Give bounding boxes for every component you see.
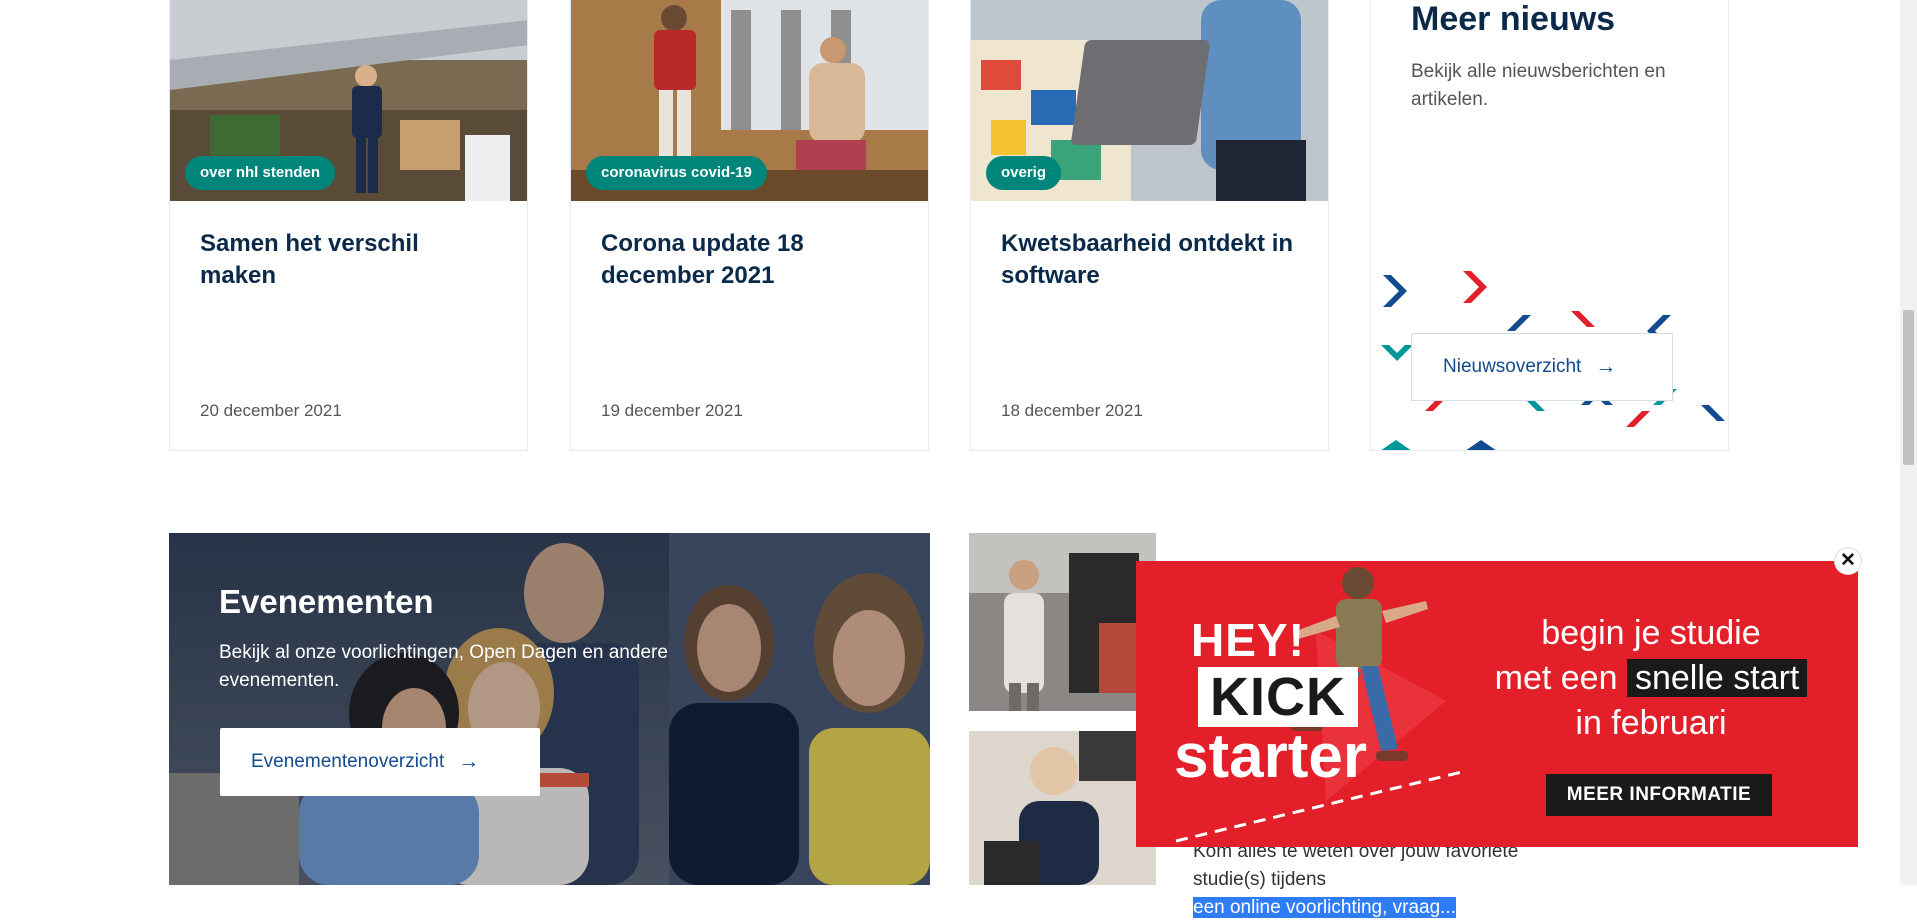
news-card-2[interactable]: coronavirus covid-19 Corona update 18 de… <box>570 0 929 451</box>
news-card-3-title[interactable]: Kwetsbaarheid ontdekt in software <box>1001 228 1301 292</box>
news-card-1-date: 20 december 2021 <box>200 401 342 420</box>
kick-starter-text: starter <box>1174 722 1367 791</box>
more-news-title: Meer nieuws <box>1411 0 1616 38</box>
news-card-3-date: 18 december 2021 <box>1001 401 1143 420</box>
arrow-right-icon: → <box>458 750 480 773</box>
news-card-2-tag[interactable]: coronavirus covid-19 <box>586 156 767 190</box>
news-card-3[interactable]: overig Kwetsbaarheid ontdekt in software… <box>970 0 1329 451</box>
news-card-1-tag[interactable]: over nhl stenden <box>185 156 336 190</box>
kickstarter-popup-banner[interactable]: HEY! KICK starter begin je studie met ee… <box>1136 561 1858 847</box>
kick-headline-line-2: met een snelle start <box>1481 656 1821 701</box>
kick-headline-line-1: begin je studie <box>1541 614 1761 652</box>
news-card-2-image: coronavirus covid-19 <box>571 0 928 201</box>
kick-headline: begin je studie met een snelle start in … <box>1481 611 1821 746</box>
events-description: Bekijk al onze voorlichtingen, Open Dage… <box>219 642 668 691</box>
news-card-3-image: overig <box>971 0 1328 201</box>
kick-headline-line-3: in februari <box>1575 704 1727 742</box>
events-overview-button[interactable]: Evenementenoverzicht → <box>220 728 540 796</box>
kick-kick-text: KICK <box>1198 667 1358 727</box>
events-overview-label: Evenementenoverzicht <box>251 751 445 772</box>
close-icon[interactable]: ✕ <box>1835 548 1861 574</box>
news-card-2-title[interactable]: Corona update 18 december 2021 <box>601 228 901 292</box>
news-card-1-image: over nhl stenden <box>170 0 527 201</box>
events-block: Evenementen Bekijk al onze voorlichtinge… <box>169 533 930 885</box>
news-overview-button[interactable]: Nieuwsoverzicht → <box>1411 333 1673 401</box>
arrow-right-icon: → <box>1595 355 1617 378</box>
kick-more-info-button[interactable]: MEER INFORMATIE <box>1546 774 1772 816</box>
more-news-description: Bekijk alle nieuwsberichten en artikelen… <box>1411 61 1666 110</box>
news-overview-label: Nieuwsoverzicht <box>1443 356 1582 377</box>
events-lower-text: Kom alles te weten over jouw favoriete s… <box>1193 838 1553 922</box>
event-thumbnail-1[interactable] <box>969 533 1156 711</box>
event-thumbnail-2[interactable] <box>969 731 1156 885</box>
kick-headline-line-2-prefix: met een <box>1494 659 1618 697</box>
kick-headline-highlight: snelle start <box>1626 659 1808 697</box>
events-title: Evenementen <box>219 583 434 620</box>
news-card-2-date: 19 december 2021 <box>601 401 743 420</box>
kick-hey-text: HEY! <box>1191 614 1305 666</box>
more-news-card: Meer nieuws Bekijk alle nieuwsberichten … <box>1370 0 1729 451</box>
news-card-3-tag[interactable]: overig <box>986 156 1062 190</box>
news-card-1-title[interactable]: Samen het verschil maken <box>200 228 500 292</box>
events-lower-line-2-selected[interactable]: een online voorlichting, vraag... <box>1193 897 1456 918</box>
page-scrollbar-thumb[interactable] <box>1903 310 1914 465</box>
news-card-1[interactable]: over nhl stenden Samen het verschil make… <box>169 0 528 451</box>
